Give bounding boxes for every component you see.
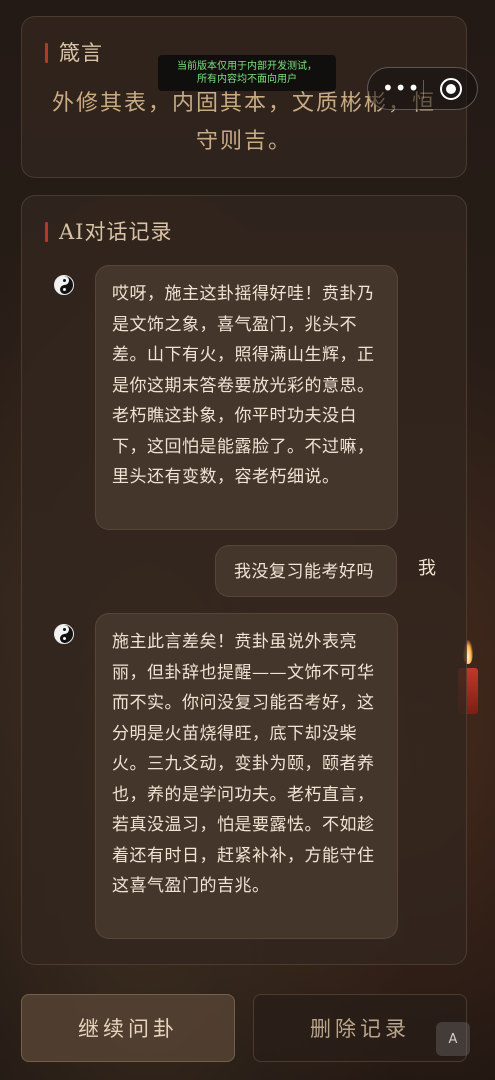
ai-message-bubble: 施主此言差矣！贲卦虽说外表亮丽，但卦辞也提醒——文饰不可华而不实。你问没复习能否… <box>95 613 398 939</box>
chat-card-title: AI对话记录 <box>45 220 172 244</box>
dev-notice-line1: 当前版本仅用于内部开发测试， <box>177 61 317 72</box>
more-dots-icon[interactable]: ••• <box>382 78 419 98</box>
ai-badge-icon[interactable]: A <box>436 1022 470 1056</box>
ai-message-bubble: 哎呀，施主这卦摇得好哇！贲卦乃是文饰之象，喜气盈门，兆头不差。山下有火，照得满山… <box>95 265 398 530</box>
dev-notice-banner: 当前版本仅用于内部开发测试， 所有内容均不面向用户 <box>158 55 336 91</box>
dev-notice-line2: 所有内容均不面向用户 <box>197 74 297 85</box>
continue-divination-button[interactable]: 继续问卦 <box>21 994 235 1062</box>
quote-card-title: 箴言 <box>45 41 103 65</box>
yin-yang-avatar-icon <box>54 624 74 644</box>
miniprogram-capsule: ••• <box>367 67 478 110</box>
user-avatar-label: 我 <box>418 558 436 579</box>
capsule-divider <box>423 80 424 99</box>
chat-history-card: AI对话记录 哎呀，施主这卦摇得好哇！贲卦乃是文饰之象，喜气盈门，兆头不差。山下… <box>21 195 467 965</box>
user-message-bubble: 我没复习能考好吗 <box>215 545 397 597</box>
delete-record-button[interactable]: 删除记录 <box>253 994 467 1062</box>
close-target-icon[interactable] <box>440 78 462 100</box>
yin-yang-avatar-icon <box>54 275 74 295</box>
